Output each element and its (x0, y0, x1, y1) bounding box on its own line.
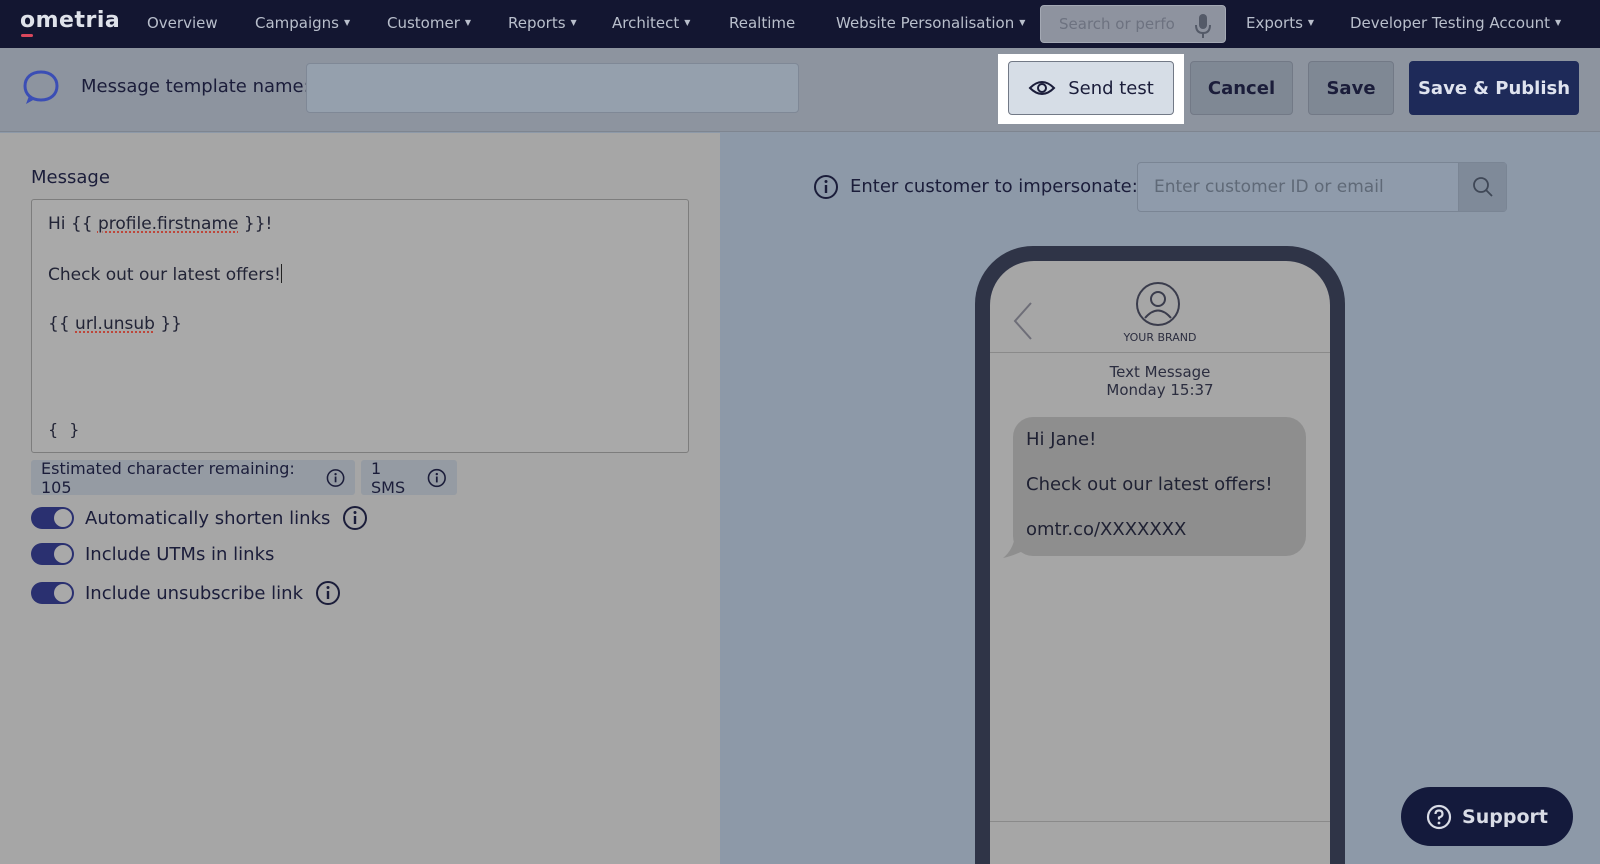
bubble-line: Hi Jane! (1026, 429, 1097, 450)
message-label: Message (31, 167, 110, 188)
impersonate-label: Enter customer to impersonate: (850, 176, 1138, 197)
nav-campaigns[interactable]: Campaigns ▼ (255, 14, 350, 32)
toggle-knob (54, 509, 72, 527)
utms-toggle[interactable] (31, 543, 74, 565)
toggle-row-unsubscribe: Include unsubscribe link (31, 580, 341, 606)
toggle-knob (54, 545, 72, 563)
nav-customer[interactable]: Customer ▼ (387, 14, 471, 32)
chevron-down-icon: ▼ (684, 18, 691, 27)
message-textarea[interactable]: Hi {{ profile.firstname }}! Check out ou… (31, 199, 689, 453)
chevron-down-icon: ▼ (464, 18, 472, 27)
support-button[interactable]: Support (1401, 787, 1573, 846)
chars-remaining-badge: Estimated character remaining: 105 (31, 459, 355, 497)
impersonate-search-button[interactable] (1458, 163, 1506, 211)
search-icon (1472, 177, 1493, 197)
microphone-icon[interactable] (1193, 13, 1213, 39)
template-name-label: Message template name: (81, 76, 310, 97)
sms-preview-bubble: Hi Jane! Check out our latest offers! om… (1013, 417, 1306, 556)
template-header: Message template name: Send test Cancel … (0, 48, 1600, 132)
sms-bubble-icon (23, 70, 59, 104)
template-name-input[interactable] (306, 63, 799, 113)
brand-avatar-icon (1136, 282, 1180, 326)
bubble-line: omtr.co/XXXXXXX (1026, 519, 1187, 540)
chevron-down-icon: ▼ (344, 18, 351, 27)
info-icon[interactable] (315, 580, 341, 606)
nav-exports[interactable]: Exports ▼ (1246, 14, 1314, 32)
shorten-links-toggle[interactable] (31, 507, 74, 529)
message-editor-panel: Message Hi {{ profile.firstname }}! Chec… (0, 133, 720, 864)
message-line-unsub: {{ url.unsub }} (48, 314, 182, 334)
nav-search-input[interactable]: Search or perfo (1040, 5, 1226, 43)
save-button[interactable]: Save (1308, 61, 1394, 115)
nav-website-personalisation[interactable]: Website Personalisation ▼ (836, 14, 1025, 32)
toggle-label: Include UTMs in links (85, 543, 275, 565)
eye-icon (1028, 81, 1056, 95)
brand-name: YOUR BRAND (1123, 331, 1197, 344)
chevron-down-icon: ▼ (1554, 18, 1562, 27)
ometria-logo[interactable]: ometria (20, 8, 120, 33)
cancel-button[interactable]: Cancel (1190, 61, 1293, 115)
save-and-publish-button[interactable]: Save & Publish (1409, 61, 1579, 115)
chevron-down-icon: ▼ (1019, 18, 1026, 27)
preview-panel: Enter customer to impersonate: Enter cus… (720, 133, 1600, 864)
impersonate-placeholder: Enter customer ID or email (1154, 177, 1384, 197)
message-type: Text Message (1109, 363, 1211, 381)
toggle-label: Include unsubscribe link (85, 582, 304, 604)
toggle-row-utms: Include UTMs in links (31, 543, 274, 565)
unsubscribe-link-toggle[interactable] (31, 582, 74, 604)
nav-search-placeholder: Search or perfo (1059, 15, 1175, 33)
nav-realtime[interactable]: Realtime (729, 14, 795, 32)
message-line-greeting: Hi {{ profile.firstname }}! (48, 214, 273, 234)
nav-account[interactable]: Developer Testing Account ▼ (1350, 14, 1561, 32)
nav-overview[interactable]: Overview (147, 14, 218, 32)
nav-architect[interactable]: Architect ▼ (612, 14, 690, 32)
bubble-line: Check out our latest offers! (1026, 474, 1273, 495)
toggle-label: Automatically shorten links (85, 507, 331, 529)
help-icon (1426, 804, 1452, 829)
info-icon[interactable] (342, 505, 368, 531)
logo-accent (21, 34, 33, 37)
divider (990, 352, 1330, 353)
divider (990, 821, 1330, 822)
message-time: Monday 15:37 (1106, 381, 1214, 399)
sms-count-badge: 1 SMS (361, 459, 457, 497)
personalisation-icon[interactable]: { } (48, 420, 82, 439)
chevron-down-icon: ▼ (1307, 18, 1315, 27)
phone-screen: YOUR BRAND Text Message Monday 15:37 Hi … (990, 261, 1330, 864)
info-icon[interactable] (326, 468, 345, 488)
info-icon[interactable] (427, 468, 447, 488)
message-line-offer: Check out our latest offers! (48, 264, 282, 285)
toggle-row-shorten-links: Automatically shorten links (31, 505, 368, 531)
send-test-button[interactable]: Send test (1008, 61, 1174, 115)
phone-preview: YOUR BRAND Text Message Monday 15:37 Hi … (975, 246, 1345, 864)
info-icon[interactable] (813, 174, 839, 200)
text-cursor (280, 264, 282, 283)
top-nav: ometria Overview Campaigns ▼ Customer ▼ Re… (0, 0, 1600, 48)
impersonate-input[interactable]: Enter customer ID or email (1137, 162, 1507, 212)
toggle-knob (54, 584, 72, 602)
chevron-down-icon: ▼ (570, 18, 577, 27)
nav-reports[interactable]: Reports ▼ (508, 14, 577, 32)
